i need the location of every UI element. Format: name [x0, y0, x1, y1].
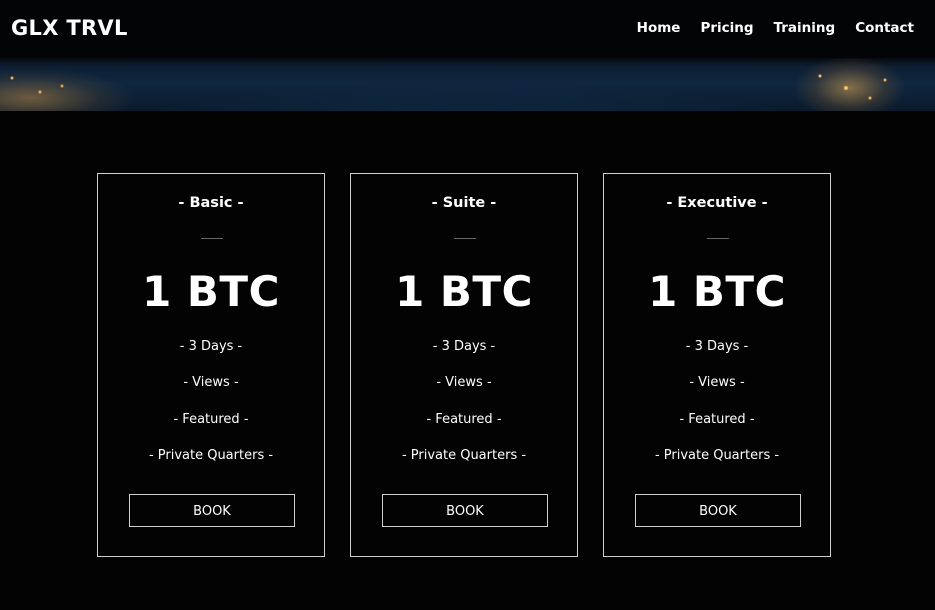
plan-feature: - Private Quarters - [401, 447, 527, 463]
nav-link-training[interactable]: Training [774, 20, 836, 36]
plan-title: - Basic - [178, 195, 244, 211]
brand-logo[interactable]: GLX TRVL [11, 16, 128, 40]
pricing-card-executive: - Executive - 1 BTC - 3 Days - - Views -… [603, 173, 831, 557]
title-divider [454, 238, 476, 239]
pricing-card-basic: - Basic - 1 BTC - 3 Days - - Views - - F… [97, 173, 325, 557]
plan-features: - 3 Days - - Views - - Featured - - Priv… [98, 338, 324, 483]
plan-price: 1 BTC [395, 267, 533, 316]
title-divider [201, 238, 223, 239]
plan-price: 1 BTC [142, 267, 280, 316]
plan-feature: - Views - [436, 375, 492, 391]
plan-feature: - Views - [689, 375, 745, 391]
plan-price: 1 BTC [648, 267, 786, 316]
city-lights-image [0, 58, 935, 111]
book-button-basic[interactable]: BOOK [129, 494, 295, 527]
pricing-card-suite: - Suite - 1 BTC - 3 Days - - Views - - F… [350, 173, 578, 557]
plan-feature: - Private Quarters - [654, 447, 780, 463]
nav-links: Home Pricing Training Contact [637, 20, 914, 36]
book-button-executive[interactable]: BOOK [635, 494, 801, 527]
plan-feature: - Featured - [173, 411, 249, 427]
nav-link-home[interactable]: Home [637, 20, 681, 36]
plan-feature: - Featured - [426, 411, 502, 427]
plan-feature: - 3 Days - [432, 339, 496, 354]
pricing-cards: - Basic - 1 BTC - 3 Days - - Views - - F… [97, 173, 831, 557]
plan-feature: - Featured - [679, 411, 755, 427]
book-button-suite[interactable]: BOOK [382, 494, 548, 527]
plan-title: - Suite - [431, 195, 497, 211]
plan-features: - 3 Days - - Views - - Featured - - Priv… [604, 338, 830, 483]
plan-feature: - Private Quarters - [148, 447, 274, 463]
title-divider [707, 238, 729, 239]
plan-features: - 3 Days - - Views - - Featured - - Priv… [351, 338, 577, 483]
plan-feature: - 3 Days - [179, 339, 243, 354]
navbar: GLX TRVL Home Pricing Training Contact [0, 0, 935, 58]
nav-link-pricing[interactable]: Pricing [700, 20, 753, 36]
plan-feature: - 3 Days - [685, 339, 749, 354]
nav-link-contact[interactable]: Contact [855, 20, 914, 36]
plan-title: - Executive - [666, 195, 768, 211]
plan-feature: - Views - [183, 375, 239, 391]
